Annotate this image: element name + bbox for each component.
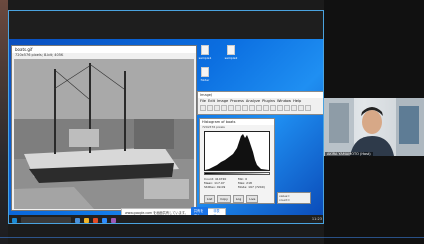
more-tools-icon[interactable]	[305, 105, 311, 111]
histogram-window[interactable]: Histogram of boats 720x576 pixels Count:…	[199, 118, 275, 204]
histogram-buttons: List Copy Log Live	[204, 195, 259, 203]
rectangle-tool-icon[interactable]	[200, 105, 206, 111]
copy-button[interactable]: Copy	[217, 195, 231, 203]
histogram-plot	[204, 131, 270, 171]
menu-analyze[interactable]: Analyze	[246, 98, 260, 104]
histogram-bars	[205, 134, 269, 170]
image-window[interactable]: boats.gif 720x576 pixels; 8-bit; 405K	[11, 45, 197, 211]
clock: 11:23	[311, 217, 322, 221]
imagej-window[interactable]: ImageJ File Edit Image Process Analyze P…	[197, 91, 323, 115]
image-window-title: boats.gif	[12, 46, 196, 53]
live-button[interactable]: Live	[246, 195, 259, 203]
zoom-app-icon[interactable]	[102, 217, 107, 223]
boats-photo-drawing	[14, 59, 194, 209]
zoom-tool-icon[interactable]	[263, 105, 269, 111]
menu-file[interactable]: File	[200, 98, 206, 104]
wand-tool-icon[interactable]	[249, 105, 255, 111]
share-topbar	[9, 11, 323, 39]
menu-help[interactable]: Help	[293, 98, 301, 104]
log-button[interactable]: Log	[232, 195, 245, 203]
hand-tool-icon[interactable]	[270, 105, 276, 111]
desktop-file-icon[interactable]	[201, 67, 209, 77]
menu-plugins[interactable]: Plugins	[262, 98, 275, 104]
custom-tool-icon[interactable]	[284, 105, 290, 111]
desktop-icon-label: folder	[200, 78, 210, 82]
desktop-file-icon[interactable]	[201, 45, 209, 55]
dropper-tool-icon[interactable]	[277, 105, 283, 111]
menu-window[interactable]: Window	[277, 98, 291, 104]
dev-tool-icon[interactable]	[298, 105, 304, 111]
stat-label: StdDev: 49.09	[204, 185, 226, 189]
imagej-toolbar	[198, 104, 323, 112]
menu-edit[interactable]: Edit	[208, 98, 215, 104]
text-tool-icon[interactable]	[256, 105, 262, 111]
menu-process[interactable]: Process	[230, 98, 244, 104]
image-window-info: 720x576 pixels; 8-bit; 405K	[15, 53, 64, 57]
point-tool-icon[interactable]	[242, 105, 248, 111]
histogram-subtitle: 720x576 pixels	[202, 125, 225, 129]
menu-image[interactable]: Image	[217, 98, 228, 104]
taskbar-search[interactable]	[21, 217, 71, 223]
polygon-tool-icon[interactable]	[214, 105, 220, 111]
desktop-file-icon[interactable]	[227, 45, 235, 55]
browser-icon[interactable]	[93, 217, 98, 223]
dialog-line: count=	[279, 198, 290, 202]
angle-tool-icon[interactable]	[235, 105, 241, 111]
histogram-stats: Count: 414720 Min: 0 Mean: 117.07 Max: 2…	[204, 177, 272, 189]
taskbar: 11:23	[9, 215, 323, 223]
value-dialog[interactable]: value= count=	[277, 192, 311, 204]
app-icon[interactable]	[111, 217, 116, 223]
stat-value: Mode: 197 (7240)	[238, 185, 265, 189]
desktop-icon-label: sample2	[224, 56, 238, 60]
oval-tool-icon[interactable]	[207, 105, 213, 111]
task-view-icon[interactable]	[75, 217, 80, 223]
bottom-divider	[0, 237, 424, 238]
webcam-video	[324, 98, 424, 156]
start-icon[interactable]	[12, 217, 17, 223]
participant-name: AKIRA YAMAMOTO (Host)	[325, 152, 373, 156]
webcam-person	[324, 98, 424, 156]
desktop-icon-label: sample1	[198, 56, 212, 60]
line-tool-icon[interactable]	[228, 105, 234, 111]
shared-screen: boats.gif 720x576 pixels; 8-bit; 405K sa…	[8, 10, 324, 224]
file-explorer-icon[interactable]	[84, 217, 89, 223]
histogram-gradient	[204, 172, 270, 175]
boats-photo	[14, 59, 194, 209]
participant-video-strip	[0, 0, 8, 244]
lut-tool-icon[interactable]	[291, 105, 297, 111]
list-button[interactable]: List	[204, 195, 216, 203]
freehand-tool-icon[interactable]	[221, 105, 227, 111]
